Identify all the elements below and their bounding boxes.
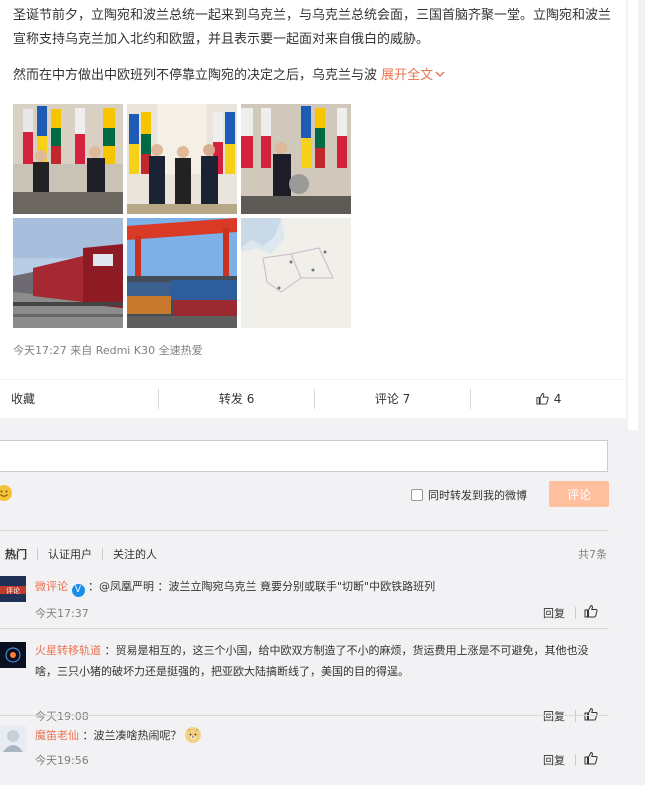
post-meta: 今天17:27 来自 Redmi K30 全速热爱 xyxy=(13,344,203,357)
comment-body: 火星转移轨道 ：贸易是相互的，这三个小国，给中欧双方制造了不小的麻烦，货运费用上… xyxy=(35,640,607,682)
reply-button[interactable]: 回复 xyxy=(543,752,565,768)
tab-hot[interactable]: 热门 xyxy=(5,546,27,562)
photo-container-crane[interactable] xyxy=(127,218,237,328)
favorite-label: 收藏 xyxy=(11,392,36,406)
favorite-button[interactable]: 收藏 xyxy=(0,380,158,417)
comment-divider xyxy=(0,628,609,629)
reply-button[interactable]: 回复 xyxy=(543,708,565,724)
comment-time: 今天19:56 xyxy=(35,754,89,767)
comment-filter-tabs: 热门 认证用户 关注的人 xyxy=(5,546,157,562)
post-paragraph-2: 然而在中方做出中欧班列不停靠立陶宛的决定之后，乌克兰与波 展开全文 xyxy=(13,64,613,88)
comment-user-link[interactable]: 魔笛老仙 xyxy=(35,729,79,742)
comment-text: ：@凤凰严明 ：波兰立陶宛乌克兰 竟要分别或联手"切断"中欧铁路班列 xyxy=(88,580,436,593)
reply-button[interactable]: 回复 xyxy=(543,605,565,621)
tab-following[interactable]: 关注的人 xyxy=(113,546,157,562)
post-paragraph-1: 圣诞节前夕，立陶宛和波兰总统一起来到乌克兰，与乌克兰总统会面，三国首脑齐聚一堂。… xyxy=(13,8,612,47)
thumbs-up-icon[interactable] xyxy=(584,707,598,721)
tab-separator xyxy=(102,548,103,560)
comment-button[interactable]: 评论 7 xyxy=(315,380,470,417)
post-content: 圣诞节前夕，立陶宛和波兰总统一起来到乌克兰，与乌克兰总统会面，三国首脑齐聚一堂。… xyxy=(13,4,613,100)
like-button[interactable]: 4 xyxy=(471,380,626,417)
comment-section: 同时转发到我的微博 评论 热门 认证用户 关注的人 共7条 评论 微评论 V ：… xyxy=(0,418,626,785)
avatar[interactable] xyxy=(0,726,26,752)
submit-comment-button[interactable]: 评论 xyxy=(549,481,609,507)
photo-map[interactable] xyxy=(241,218,351,328)
comment-divider xyxy=(0,715,609,716)
like-count: 4 xyxy=(553,391,562,406)
comment-user-link[interactable]: 微评论 xyxy=(35,580,68,593)
comment-text: ：波兰凑啥热闹呢？ xyxy=(82,729,182,742)
avatar[interactable]: 评论 xyxy=(0,576,26,602)
comment-label: 评论 7 xyxy=(374,392,411,406)
comment-text: ：贸易是相互的，这三个小国，给中欧双方制造了不小的麻烦，货运费用上涨是不可避免，… xyxy=(35,644,589,678)
weibo-post-card: 圣诞节前夕，立陶宛和波兰总统一起来到乌克兰，与乌克兰总统会面，三国首脑齐聚一堂。… xyxy=(0,0,626,785)
emoji-icon[interactable] xyxy=(0,485,12,501)
photo-freight-train[interactable] xyxy=(13,218,123,328)
comment-total-count: 共7条 xyxy=(578,548,607,561)
photo-leaders-flags-2[interactable] xyxy=(241,104,351,214)
repost-label: 转发 6 xyxy=(218,392,255,406)
comment-input[interactable] xyxy=(0,440,608,472)
reply-separator xyxy=(575,607,576,619)
tab-verified-users[interactable]: 认证用户 xyxy=(48,546,92,562)
avatar-text: 评论 xyxy=(6,586,20,595)
expand-full-text-link[interactable]: 展开全文 xyxy=(381,68,445,83)
comment-body: 微评论 V ：@凤凰严明 ：波兰立陶宛乌克兰 竟要分别或联手"切断"中欧铁路班列 xyxy=(35,576,607,597)
reply-separator xyxy=(575,754,576,766)
comment-time: 今天19:08 xyxy=(35,710,89,723)
photo-leaders-flags-1[interactable] xyxy=(13,104,123,214)
comment-time: 今天17:37 xyxy=(35,607,89,620)
comment-user-link[interactable]: 火星转移轨道 xyxy=(35,644,101,657)
post-paragraph-2-text: 然而在中方做出中欧班列不停靠立陶宛的决定之后，乌克兰与波 xyxy=(13,68,378,83)
reply-separator xyxy=(575,710,576,722)
avatar[interactable] xyxy=(0,642,26,668)
divider xyxy=(0,530,609,531)
chevron-down-icon xyxy=(435,71,445,77)
verified-badge-icon: V xyxy=(71,584,85,597)
page-gutter xyxy=(626,0,645,785)
thumbs-up-icon[interactable] xyxy=(584,604,598,618)
comment-body: 魔笛老仙 ：波兰凑啥热闹呢？ xyxy=(35,725,607,746)
repost-button[interactable]: 转发 6 xyxy=(159,380,314,417)
gutter-panel xyxy=(628,0,638,430)
sync-repost-label: 同时转发到我的微博 xyxy=(428,489,527,502)
thumbs-up-icon[interactable] xyxy=(584,751,598,765)
photo-leaders-hall[interactable] xyxy=(127,104,237,214)
thumbs-up-icon xyxy=(536,392,549,405)
sync-repost-checkbox[interactable] xyxy=(411,489,423,501)
action-bar: 收藏 转发 6 评论 7 4 xyxy=(0,379,626,417)
expand-label: 展开全文 xyxy=(381,68,434,83)
tab-separator xyxy=(37,548,38,560)
doge-emoji-icon xyxy=(185,727,201,743)
